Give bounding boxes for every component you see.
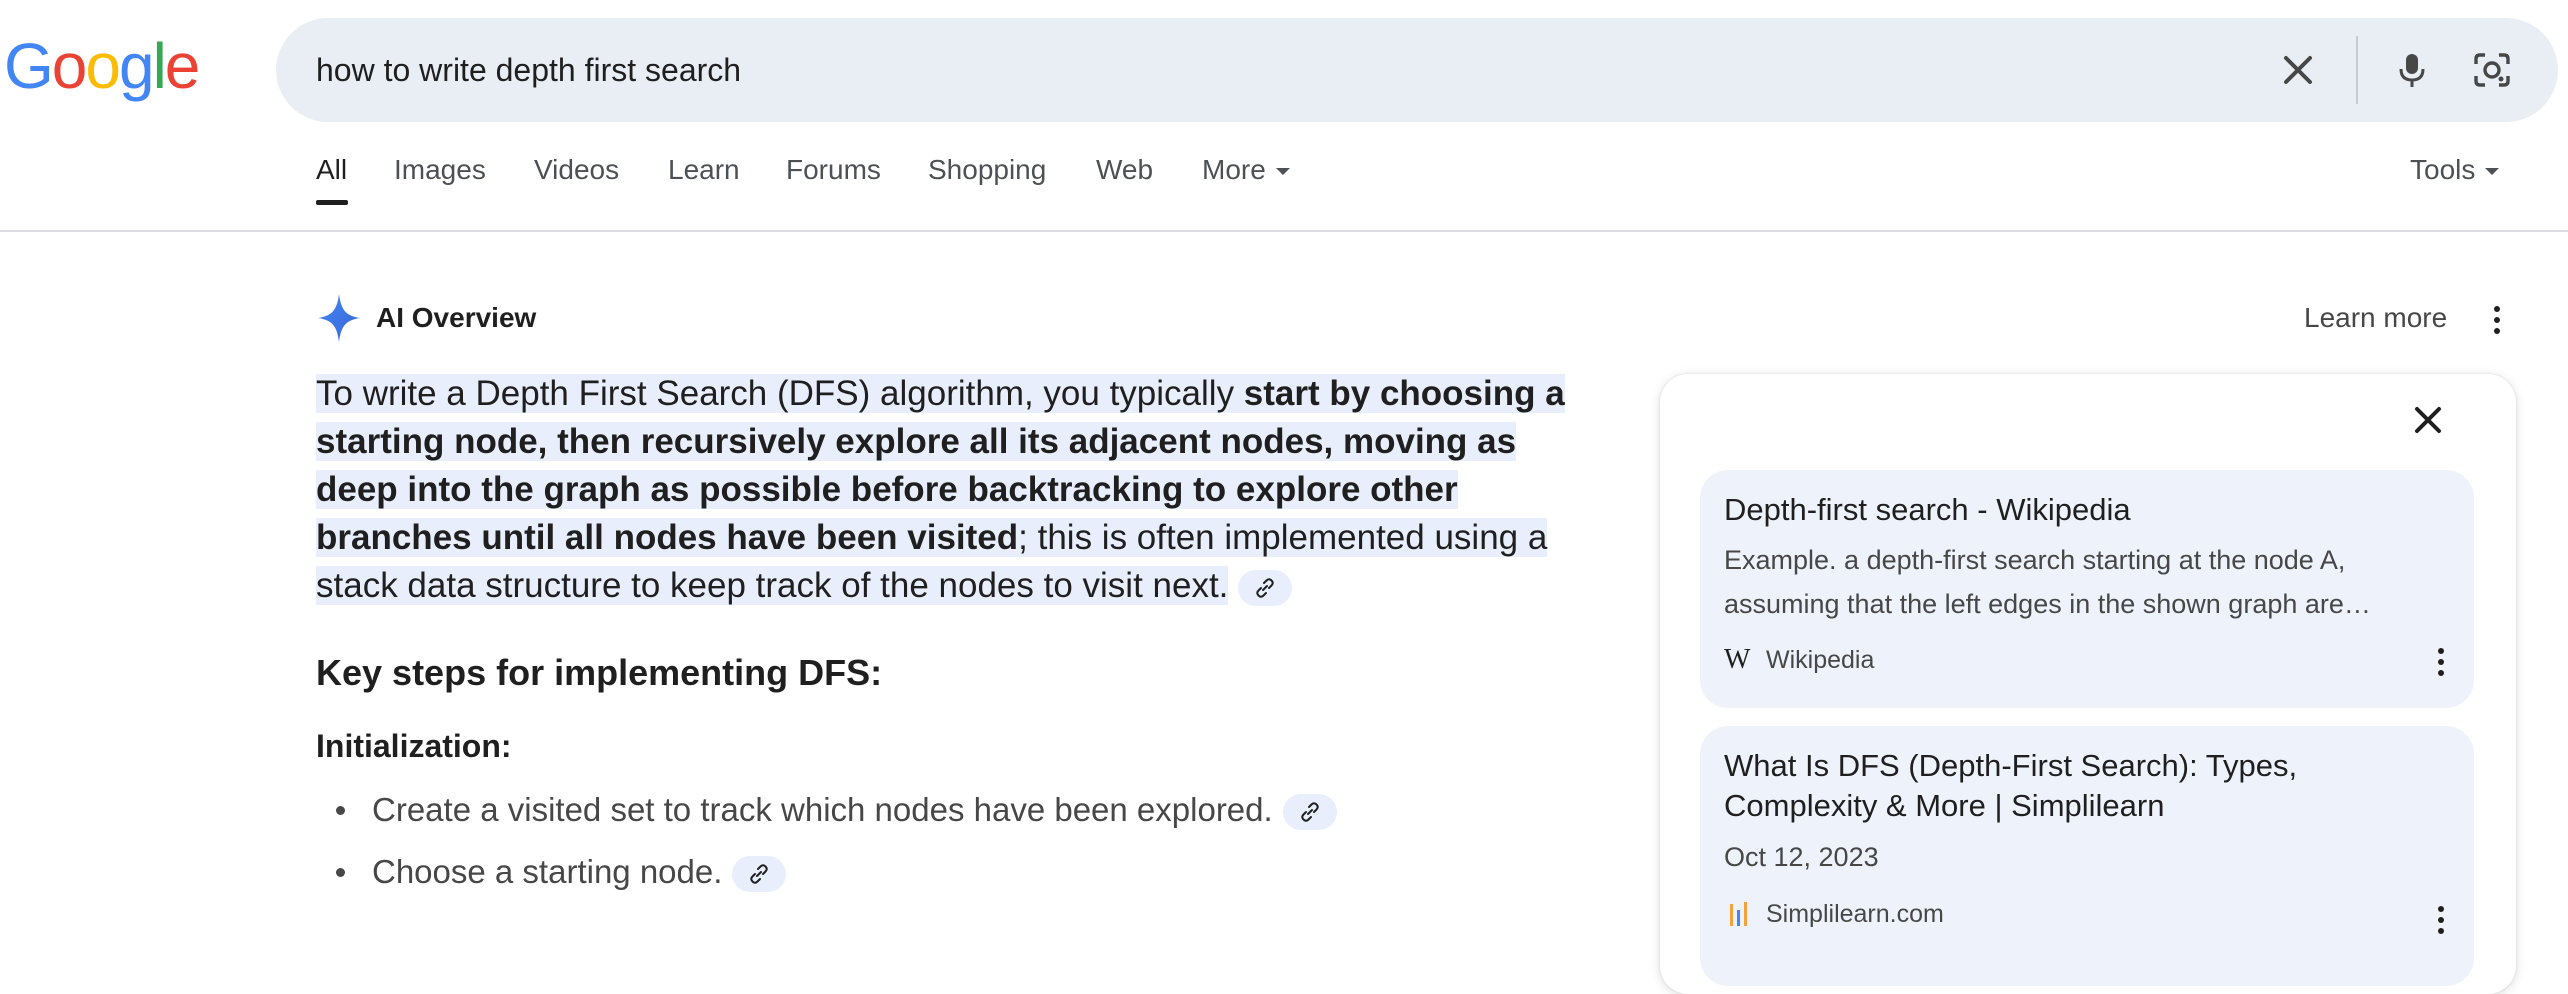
sources-panel: Depth-first search - Wikipedia Example. … bbox=[1660, 374, 2516, 994]
source-card-date: Oct 12, 2023 bbox=[1724, 842, 1879, 872]
logo-letter-g1: G bbox=[4, 30, 54, 102]
tab-shopping[interactable]: Shopping bbox=[928, 154, 1046, 186]
source-card-snippet: Example. a depth-first search starting a… bbox=[1724, 545, 2371, 619]
source-card-title[interactable]: Depth-first search - Wikipedia bbox=[1724, 490, 2444, 530]
source-card-site: Simplilearn.com bbox=[1724, 900, 1944, 930]
list-item: Create a visited set to track which node… bbox=[316, 790, 1616, 852]
answer-text: To write a Depth First Search (DFS) algo… bbox=[316, 374, 1565, 605]
close-icon[interactable] bbox=[2278, 50, 2318, 90]
source-link-chip[interactable] bbox=[1238, 569, 1293, 606]
steps-list: Create a visited set to track which node… bbox=[316, 790, 1616, 914]
ai-overview-answer: To write a Depth First Search (DFS) algo… bbox=[316, 370, 1576, 610]
source-link-chip[interactable] bbox=[732, 856, 787, 893]
source-card-site: W Wikipedia bbox=[1724, 644, 1874, 676]
list-item: Choose a starting node. bbox=[316, 852, 1616, 914]
source-card-wikipedia[interactable]: Depth-first search - Wikipedia Example. … bbox=[1700, 470, 2474, 708]
search-divider bbox=[2356, 36, 2358, 104]
initialization-heading: Initialization: bbox=[316, 728, 512, 764]
logo-letter-e: e bbox=[164, 30, 201, 102]
microphone-icon[interactable] bbox=[2392, 50, 2432, 90]
source-card-simplilearn[interactable]: What Is DFS (Depth-First Search): Types,… bbox=[1700, 726, 2474, 986]
tab-more-label: More bbox=[1202, 154, 1266, 185]
key-steps-heading: Key steps for implementing DFS: bbox=[316, 652, 883, 693]
tab-web[interactable]: Web bbox=[1096, 154, 1153, 186]
source-site-name: Wikipedia bbox=[1766, 646, 1875, 674]
tools-label: Tools bbox=[2410, 154, 2476, 185]
tab-all-label: All bbox=[316, 154, 348, 185]
lens-camera-icon[interactable] bbox=[2472, 50, 2512, 90]
header-divider bbox=[0, 230, 2568, 232]
chevron-down-icon bbox=[1275, 168, 1290, 176]
learn-more-link[interactable]: Learn more bbox=[2304, 302, 2447, 334]
ai-overview-title: AI Overview bbox=[376, 302, 537, 333]
tab-learn[interactable]: Learn bbox=[668, 154, 740, 186]
google-logo[interactable]: Google bbox=[4, 30, 201, 102]
chevron-down-icon bbox=[2485, 168, 2500, 176]
close-icon[interactable] bbox=[2408, 400, 2448, 440]
sparkle-icon bbox=[318, 294, 360, 342]
tab-images[interactable]: Images bbox=[394, 154, 486, 186]
link-icon bbox=[1256, 578, 1275, 598]
more-vert-icon[interactable] bbox=[2436, 906, 2446, 938]
tab-forums[interactable]: Forums bbox=[786, 154, 881, 186]
search-input[interactable]: how to write depth first search bbox=[316, 18, 741, 122]
link-icon bbox=[1300, 802, 1319, 823]
link-icon bbox=[750, 864, 769, 885]
wikipedia-favicon-icon: W bbox=[1724, 644, 1751, 675]
tab-videos[interactable]: Videos bbox=[534, 154, 619, 186]
logo-letter-g2: g bbox=[118, 30, 155, 102]
logo-letter-o1: o bbox=[51, 30, 88, 102]
tab-more[interactable]: More bbox=[1202, 154, 1290, 186]
source-card-title[interactable]: What Is DFS (Depth-First Search): Types,… bbox=[1724, 746, 2444, 826]
logo-letter-l: l bbox=[152, 30, 167, 102]
logo-letter-o2: o bbox=[85, 30, 121, 102]
more-vert-icon[interactable] bbox=[2492, 306, 2502, 338]
list-item-text: Create a visited set to track which node… bbox=[372, 791, 1273, 828]
tab-all[interactable]: All bbox=[316, 154, 348, 205]
search-box[interactable]: how to write depth first search bbox=[276, 18, 2558, 122]
answer-prefix: To write a Depth First Search (DFS) algo… bbox=[316, 374, 1244, 413]
source-link-chip[interactable] bbox=[1282, 794, 1337, 831]
list-item-text: Choose a starting node. bbox=[372, 853, 723, 890]
more-vert-icon[interactable] bbox=[2436, 648, 2446, 680]
active-tab-indicator bbox=[316, 200, 348, 205]
source-site-name: Simplilearn.com bbox=[1766, 900, 1944, 928]
tools-button[interactable]: Tools bbox=[2410, 154, 2500, 186]
simplilearn-favicon-icon bbox=[1730, 902, 1747, 927]
